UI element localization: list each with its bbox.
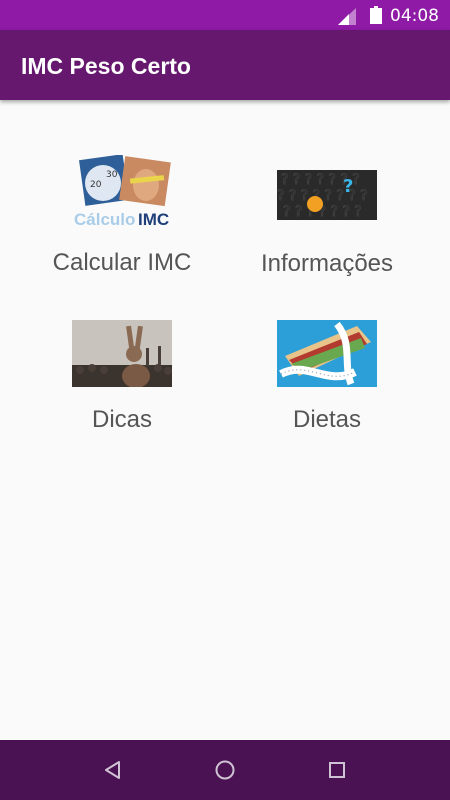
svg-text:20: 20 <box>90 180 102 190</box>
grid-item-informacoes[interactable]: ? ? ? ? ? ? ? ? ? ? ? ? ? ? ? ? ? ? ? ? … <box>232 170 422 278</box>
yoga-class-image <box>72 320 172 387</box>
status-time: 04:08 <box>390 6 439 26</box>
label-calcular-imc: Calcular IMC <box>52 249 192 276</box>
grid-item-dietas[interactable]: Dietas <box>232 320 422 434</box>
back-icon[interactable] <box>100 757 126 783</box>
battery-icon <box>370 6 382 24</box>
thumb-text-calculo: Cálculo <box>74 210 135 227</box>
label-informacoes: Informações <box>260 250 394 277</box>
question-marks-image: ? ? ? ? ? ? ? ? ? ? ? ? ? ? ? ? ? ? ? ? … <box>277 170 377 220</box>
label-dietas: Dietas <box>292 406 362 433</box>
label-dicas: Dicas <box>91 406 152 433</box>
sandwich-tape-image <box>277 320 377 387</box>
grid-item-calcular-imc[interactable]: 20 30 Cálculo IMC Calcular IMC <box>27 155 217 277</box>
recents-icon[interactable] <box>324 757 350 783</box>
app-bar: IMC Peso Certo <box>0 30 450 100</box>
svg-text:30: 30 <box>106 170 118 180</box>
calculo-imc-image: 20 30 Cálculo IMC <box>74 155 171 227</box>
svg-text:?: ? <box>343 176 353 197</box>
home-icon[interactable] <box>212 757 238 783</box>
status-bar: 04:08 <box>0 0 450 30</box>
signal-icon <box>338 8 356 25</box>
navigation-bar <box>0 740 450 800</box>
thumb-text-imc: IMC <box>138 210 169 227</box>
grid-item-dicas[interactable]: Dicas <box>27 320 217 434</box>
app-title: IMC Peso Certo <box>21 53 191 79</box>
